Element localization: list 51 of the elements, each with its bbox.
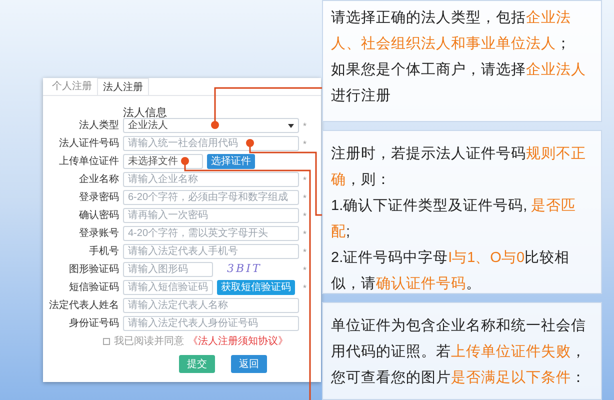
input-field[interactable]: 请输入图形码 — [123, 262, 213, 277]
field-label: 登录账号 — [78, 227, 119, 240]
field-label: 法人类型 — [78, 119, 119, 132]
input-field[interactable]: 请输入统一社会信用代码 — [123, 136, 299, 151]
tab[interactable]: 个人注册 — [47, 78, 97, 95]
input-field[interactable]: 请再输入一次密码 — [123, 208, 299, 223]
input-field[interactable]: 请输入法定代表人手机号 — [123, 244, 299, 259]
field-label: 短信验证码 — [68, 281, 119, 294]
caret-icon — [288, 124, 294, 128]
tab[interactable]: 法人注册 — [97, 78, 149, 95]
field-label: 上传单位证件 — [58, 155, 119, 168]
callout-text: 如果您是个体工商户，请选择企业法人 进行注册 — [331, 60, 587, 106]
field-label: 企业名称 — [78, 173, 119, 186]
field-label: 身份证号码 — [68, 317, 119, 330]
callout-text: 单位证件为包含企业名称和统一社会信用代码的证照。若上传单位证件失败，您可查看您的图片是否满足以下条件： — [331, 317, 587, 388]
callout-text: 1.确认下证件类型及证件号码, 是否匹配; — [331, 197, 578, 242]
file-field[interactable]: 未选择文件 — [123, 154, 203, 169]
type-select[interactable]: 企业法人 — [123, 118, 299, 133]
required-mark: * — [303, 138, 307, 148]
agreement-link[interactable]: 《法人注册须知协议》 — [188, 334, 288, 348]
section-title: 法人信息 — [123, 107, 167, 119]
required-mark: * — [303, 282, 307, 292]
field-label: 确认密码 — [78, 209, 119, 222]
input-field[interactable]: 请输入法定代表人身份证号码 — [123, 316, 299, 331]
input-field[interactable]: 4-20个字符，需以英文字母开头 — [123, 226, 299, 241]
agreement-text: 我已阅读并同意 — [114, 334, 184, 348]
callout-text: 2.证件号码中字母I与1、O与0比较相似，请确认证件号码。 — [331, 248, 571, 294]
input-field[interactable]: 6-20个字符，必须由字母和数字组成 — [123, 190, 299, 205]
input-field[interactable]: 请输入短信验证码 — [123, 280, 213, 295]
required-mark: * — [303, 192, 307, 202]
input-field[interactable]: 请输入法定代表人名称 — [123, 298, 299, 313]
callout-text: 请选择正确的法人类型，包括企业法人、社会组织法人和事业单位法人； — [331, 9, 572, 54]
field-label: 手机号 — [88, 245, 119, 258]
required-mark: * — [303, 264, 307, 274]
required-mark: * — [303, 120, 307, 130]
input-field[interactable]: 请输入企业名称 — [123, 172, 299, 187]
captcha-image[interactable]: 3BIT — [227, 261, 262, 278]
field-label: 法人证件号码 — [58, 137, 119, 150]
field-label: 登录密码 — [78, 191, 119, 204]
upload-button[interactable]: 选择证件 — [207, 154, 255, 169]
required-mark: * — [303, 246, 307, 256]
field-label: 法定代表人姓名 — [48, 299, 119, 312]
required-mark: * — [303, 174, 307, 184]
sms-code-button[interactable]: 获取短信验证码 — [217, 280, 295, 295]
required-mark: * — [303, 228, 307, 238]
form-button[interactable]: 返回 — [231, 355, 267, 373]
field-label: 图形验证码 — [68, 263, 119, 276]
checkbox[interactable] — [103, 338, 110, 344]
required-mark: * — [303, 210, 307, 220]
form-button[interactable]: 提交 — [179, 355, 215, 373]
callout-text: 注册时，若提示法人证件号码规则不正确，则： — [331, 145, 587, 190]
